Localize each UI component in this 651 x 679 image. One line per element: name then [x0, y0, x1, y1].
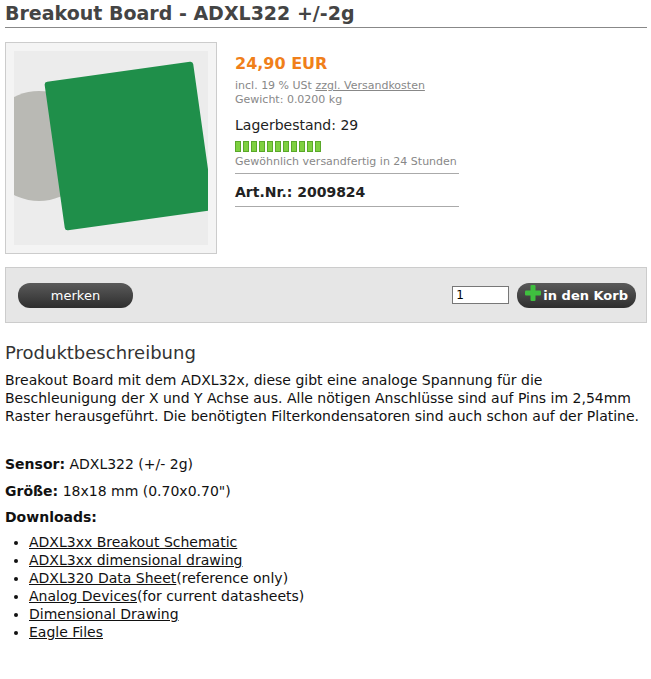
stock-segment: [251, 141, 257, 152]
stock-segment: [243, 141, 249, 152]
stock-segment: [283, 141, 289, 152]
tax-note: incl. 19 % USt zzgl. Versandkosten: [235, 79, 459, 93]
download-note: (for current datasheets): [137, 588, 304, 604]
cart-group: in den Korb: [452, 283, 636, 308]
downloads-label: Downloads:: [5, 509, 647, 525]
stock-segment: [299, 141, 305, 152]
spec-value: ADXL322 (+/- 2g): [69, 456, 193, 472]
spec-list: Sensor: ADXL322 (+/- 2g) Größe: 18x18 mm …: [5, 455, 647, 500]
download-link[interactable]: ADXL3xx dimensional drawing: [29, 552, 242, 568]
bookmark-button[interactable]: merken: [18, 283, 133, 308]
shipping-time: Gewöhnlich versandfertig in 24 Stunden: [235, 152, 459, 174]
spec-label: Größe:: [5, 483, 58, 499]
description-heading: Produktbeschreibung: [5, 342, 647, 363]
cart-label: in den Korb: [543, 288, 628, 303]
stock-label: Lagerbestand: 29: [235, 117, 459, 133]
stock-segment: [307, 141, 313, 152]
download-item: ADXL3xx dimensional drawing: [29, 551, 647, 569]
article-number: Art.Nr.: 2009824: [235, 174, 459, 207]
spec-value: 18x18 mm (0.70x0.70"): [63, 483, 231, 499]
download-item: Analog Devices(for current datasheets): [29, 587, 647, 605]
download-link[interactable]: ADXL320 Data Sheet: [29, 570, 176, 586]
add-to-cart-button[interactable]: in den Korb: [517, 283, 636, 308]
quantity-input[interactable]: [452, 286, 509, 304]
downloads-list: ADXL3xx Breakout Schematic ADXL3xx dimens…: [5, 533, 647, 641]
description-text: Breakout Board mit dem ADXL32x, diese gi…: [5, 371, 647, 425]
stock-segment: [259, 141, 265, 152]
product-photo: [14, 51, 208, 245]
spec-row: Sensor: ADXL322 (+/- 2g): [5, 455, 647, 473]
price: 24,90 EUR: [235, 54, 459, 73]
spec-label: Sensor:: [5, 456, 65, 472]
product-title: Breakout Board - ADXL322 +/-2g: [5, 0, 647, 28]
stock-segment: [315, 141, 321, 152]
product-summary: 24,90 EUR incl. 19 % USt zzgl. Versandkos…: [5, 42, 647, 254]
download-note: (reference only): [176, 570, 288, 586]
stock-segment: [275, 141, 281, 152]
product-page: Breakout Board - ADXL322 +/-2g 24,90 EUR i…: [0, 0, 651, 641]
download-item: Eagle Files: [29, 623, 647, 641]
action-bar: merken in den Korb: [5, 267, 647, 323]
weight: Gewicht: 0.0200 kg: [235, 93, 459, 107]
stock-segment: [235, 141, 241, 152]
download-link[interactable]: Analog Devices: [29, 588, 137, 604]
plus-icon: [525, 285, 541, 301]
download-item: ADXL320 Data Sheet(reference only): [29, 569, 647, 587]
board-shape: [44, 61, 208, 230]
download-link[interactable]: Eagle Files: [29, 624, 103, 640]
product-info: 24,90 EUR incl. 19 % USt zzgl. Versandkos…: [235, 42, 459, 254]
shipping-cost-link[interactable]: zzgl. Versandkosten: [315, 79, 424, 92]
stock-bar: [235, 141, 459, 152]
download-link[interactable]: Dimensional Drawing: [29, 606, 179, 622]
spec-row: Größe: 18x18 mm (0.70x0.70"): [5, 482, 647, 500]
download-item: Dimensional Drawing: [29, 605, 647, 623]
download-link[interactable]: ADXL3xx Breakout Schematic: [29, 534, 237, 550]
product-photo-frame[interactable]: [5, 42, 217, 254]
download-item: ADXL3xx Breakout Schematic: [29, 533, 647, 551]
stock-segment: [291, 141, 297, 152]
stock-segment: [267, 141, 273, 152]
